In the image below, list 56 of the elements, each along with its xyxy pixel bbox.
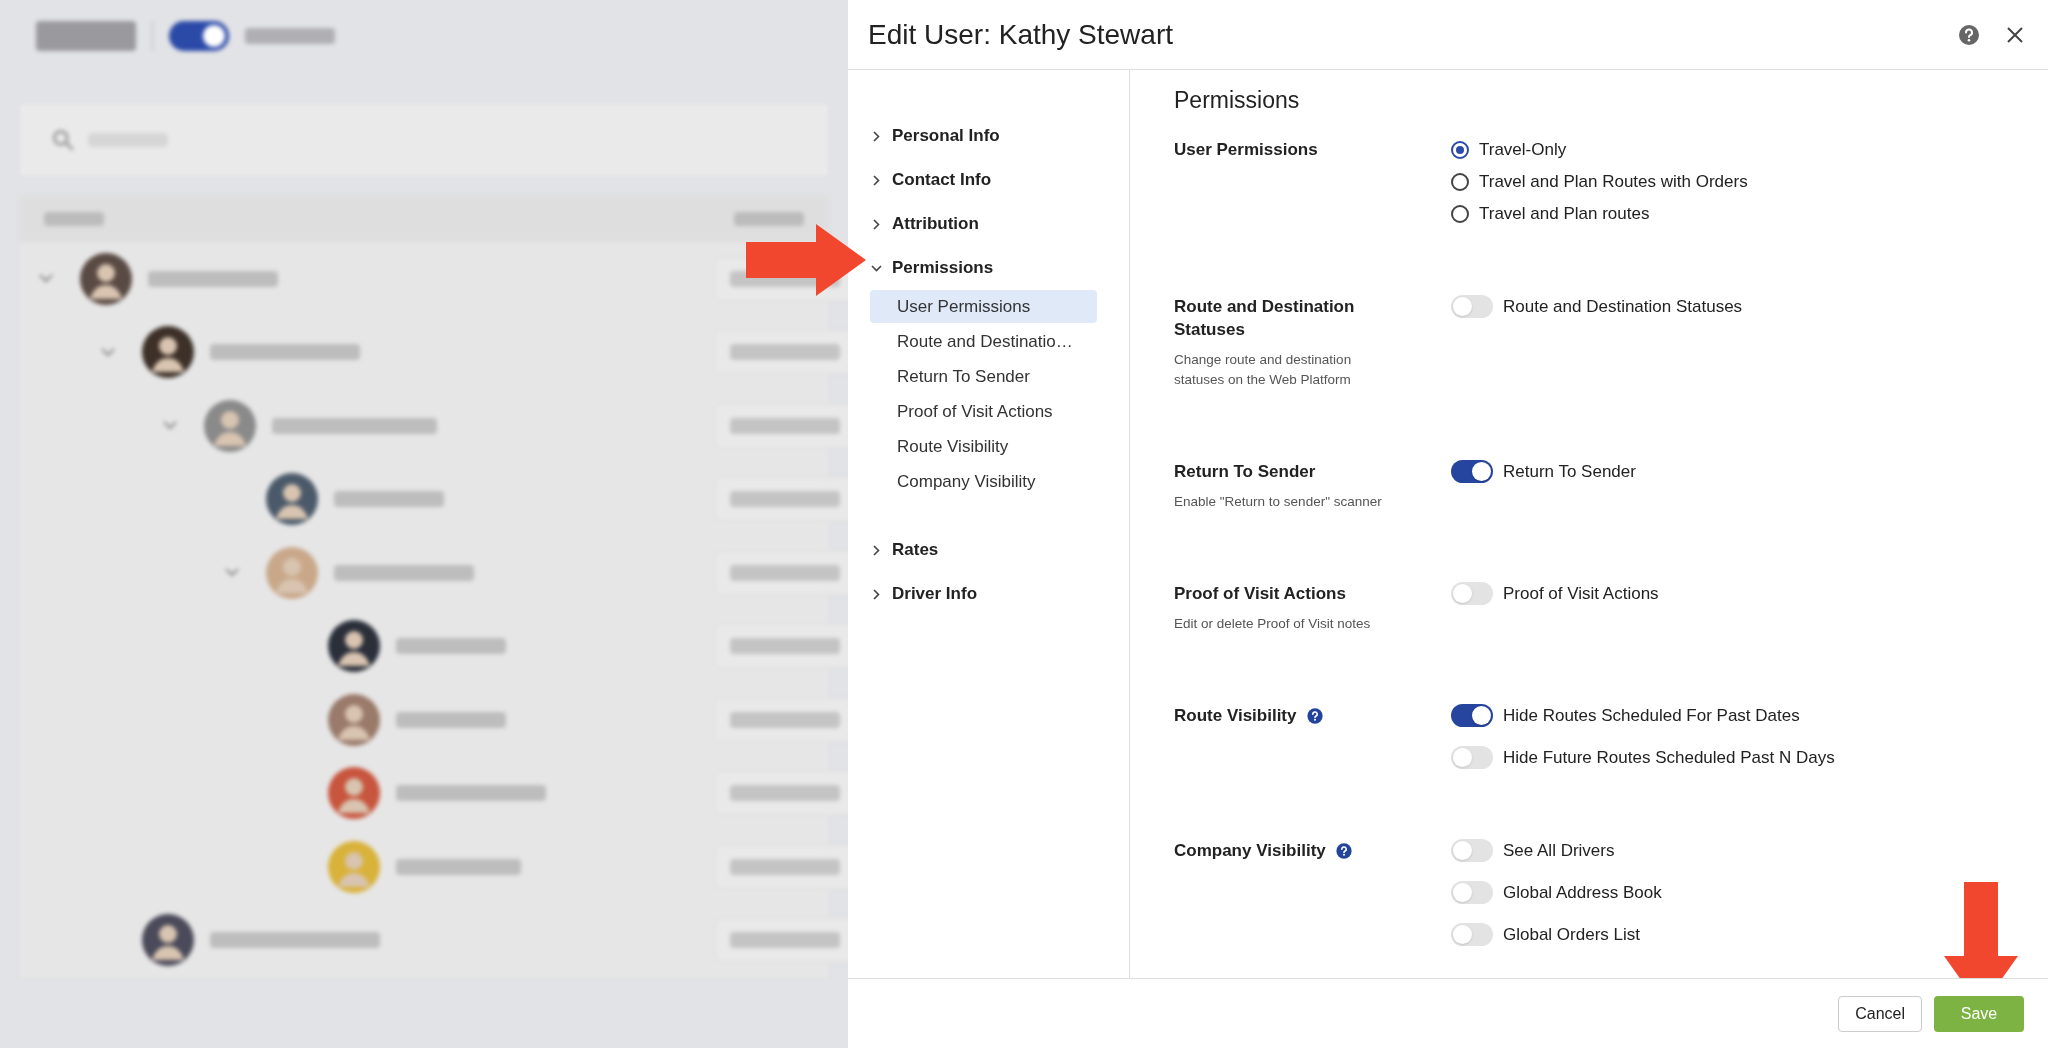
nav-item[interactable]: Permissions	[870, 246, 1097, 290]
nav-subitem[interactable]: Route and Destinatio…	[870, 325, 1097, 358]
section-title: Proof of Visit Actions	[1174, 583, 1347, 605]
help-icon[interactable]	[1958, 23, 1980, 46]
help-icon[interactable]	[1335, 842, 1352, 859]
nav-item[interactable]: Rates	[870, 528, 1097, 572]
chevron-icon	[870, 262, 882, 274]
help-icon[interactable]	[1306, 707, 1323, 724]
section-description: Change route and destination statuses on the Web Platform	[1174, 351, 1353, 389]
chevron-icon	[870, 174, 882, 186]
option-label: Global Orders List	[1503, 923, 1640, 946]
nav-subitem[interactable]: Return To Sender	[870, 360, 1097, 393]
option-label: Hide Routes Scheduled For Past Dates	[1503, 704, 1800, 727]
close-icon[interactable]	[2006, 25, 2024, 44]
chevron-icon	[870, 218, 882, 230]
toggle-switch[interactable]	[1451, 839, 1493, 862]
chevron-icon	[870, 588, 882, 600]
section-title: User Permissions	[1174, 139, 1319, 161]
nav-subitem[interactable]: User Permissions	[870, 290, 1097, 323]
option-label: Travel and Plan Routes with Orders	[1479, 170, 1748, 193]
section-title: Return To Sender	[1174, 461, 1317, 483]
toggle-switch[interactable]	[1451, 881, 1493, 904]
chevron-icon	[870, 544, 882, 556]
nav-subitem[interactable]: Company Visibility	[870, 465, 1097, 498]
section-title: Route and Destination Statuses	[1174, 296, 1356, 341]
nav-item[interactable]: Driver Info	[870, 572, 1097, 616]
option-label: Global Address Book	[1503, 881, 1662, 904]
option-label: Travel and Plan routes	[1479, 202, 1650, 225]
nav-item[interactable]: Contact Info	[870, 158, 1097, 202]
radio-button[interactable]	[1451, 204, 1469, 223]
chevron-icon	[870, 130, 882, 142]
option-label: Proof of Visit Actions	[1503, 582, 1659, 605]
section-heading: Permissions	[1174, 85, 1301, 115]
toggle-switch[interactable]	[1451, 746, 1493, 769]
toggle-switch[interactable]	[1451, 582, 1493, 605]
option-label: Hide Future Routes Scheduled Past N Days	[1503, 746, 1835, 769]
option-label: Travel-Only	[1479, 138, 1567, 161]
nav-item[interactable]: Personal Info	[870, 114, 1097, 158]
cancel-button[interactable]: Cancel	[1838, 995, 1922, 1032]
toggle-switch[interactable]	[1451, 704, 1493, 727]
toggle-switch[interactable]	[1451, 460, 1493, 483]
nav-subitem[interactable]: Proof of Visit Actions	[870, 395, 1097, 428]
option-label: Route and Destination Statuses	[1503, 295, 1743, 318]
radio-button[interactable]	[1451, 140, 1469, 159]
option-label: Return To Sender	[1503, 460, 1636, 483]
section-title: Route Visibility	[1174, 705, 1297, 727]
toggle-switch[interactable]	[1451, 295, 1493, 318]
nav-subitem[interactable]: Route Visibility	[870, 430, 1097, 463]
nav-item[interactable]: Attribution	[870, 202, 1097, 246]
dialog-title: Edit User: Kathy Stewart	[868, 17, 1174, 52]
section-description: Edit or delete Proof of Visit notes	[1174, 615, 1372, 633]
section-description: Enable "Return to sender" scanner	[1174, 493, 1383, 511]
section-title: Company Visibility	[1174, 840, 1326, 862]
option-label: See All Drivers	[1503, 839, 1615, 862]
radio-button[interactable]	[1451, 172, 1469, 191]
toggle-switch[interactable]	[1451, 923, 1493, 946]
